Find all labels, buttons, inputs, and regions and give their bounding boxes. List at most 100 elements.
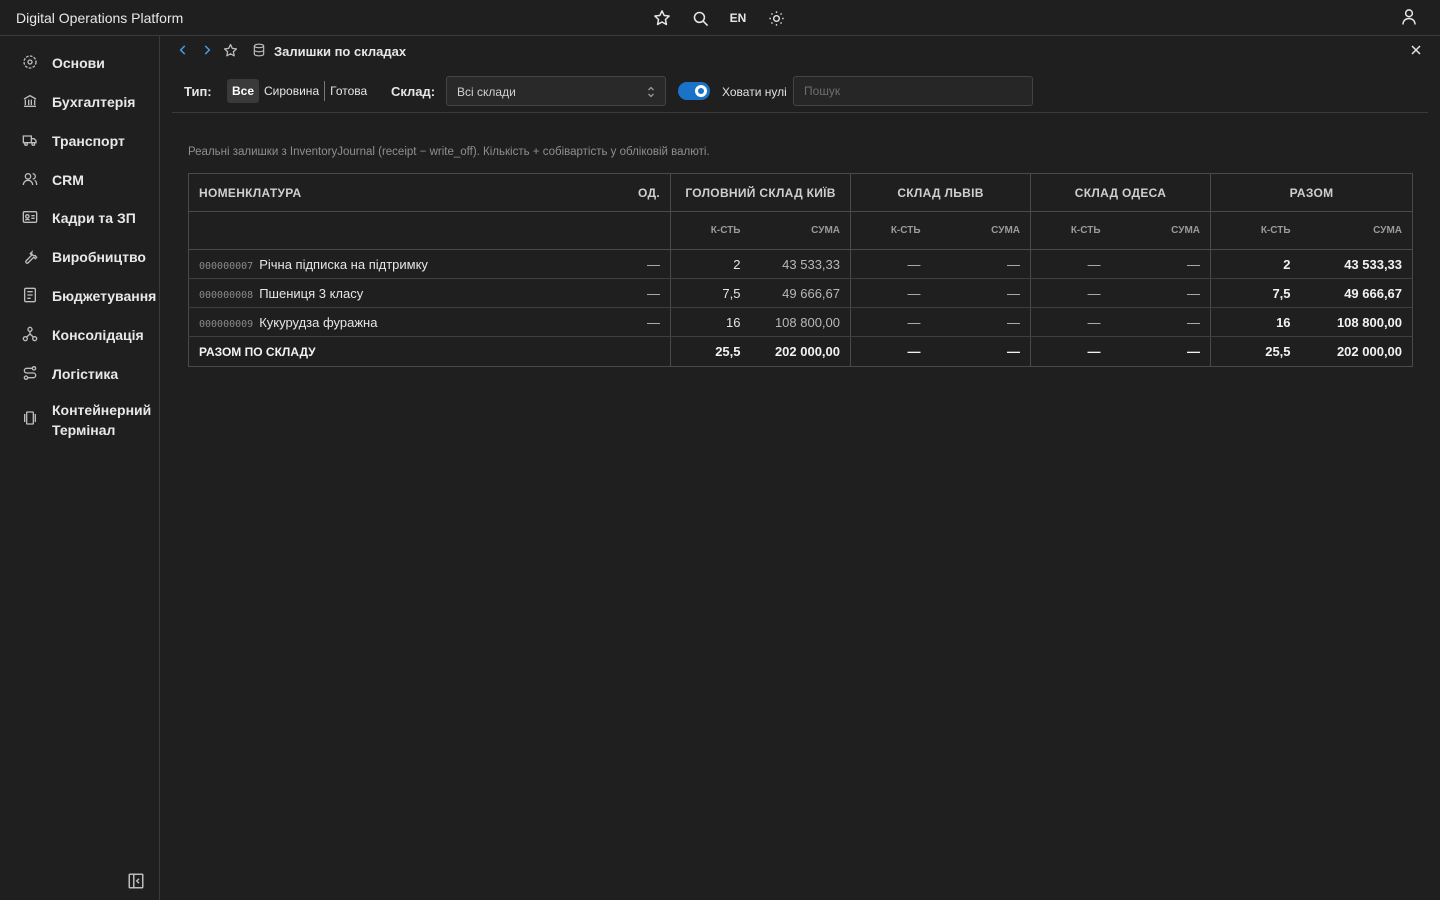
chevron-left-icon[interactable] [176,43,192,59]
sum-cell: — [1110,278,1211,308]
sidebar-item-basics[interactable]: Основи [0,44,159,82]
subheader-sum: сума [930,211,1031,250]
total-qty-cell: 7,5 [1210,278,1301,308]
filter-bar: Тип: Все Сировина Готова Склад: Всі скла… [160,72,1440,114]
select-arrows-icon [647,85,655,99]
column-header-total: Разом [1210,173,1413,212]
toggle-knob [695,85,707,97]
budget-icon [22,287,40,305]
sidebar-item-transport[interactable]: Транспорт [0,122,159,160]
app-title: Digital Operations Platform [16,10,184,26]
sidebar-item-label: Консолідація [52,327,144,343]
user-icon[interactable] [1400,8,1420,28]
sum-cell: — [930,307,1031,337]
sidebar-item-logistics[interactable]: Логістика [0,355,159,393]
sidebar-item-label: Основи [52,55,105,71]
users-icon [22,171,40,189]
subheader-empty [188,211,607,250]
hide-zeros-label: Ховати нулі [722,85,787,99]
warehouse-select[interactable]: Всі склади [446,76,666,106]
divider [172,112,1428,113]
truck-icon [22,132,40,150]
subheader-empty [606,211,671,250]
warehouse-select-value: Всі склади [457,85,516,99]
sidebar-item-label: Бюджетування [52,288,157,304]
total-qty-cell: 25,5 [1210,336,1301,367]
language-switch[interactable]: EN [728,8,748,28]
unit-cell: — [606,307,671,337]
sum-cell: 108 800,00 [750,307,851,337]
stock-table: Номенклатура Од. Головний склад Київ Скл… [188,173,1414,367]
sidebar-item-consolidation[interactable]: Консолідація [0,316,159,354]
total-sum-cell: 202 000,00 [750,336,851,367]
total-qty-cell: 25,5 [670,336,751,367]
total-qty-cell: — [850,336,931,367]
breadcrumb: Залишки по складах [160,36,1440,66]
warehouse-filter-label: Склад: [391,84,436,99]
total-row-label: Разом по складу [188,336,607,367]
unit-cell: — [606,249,671,279]
sidebar-item-production[interactable]: Виробництво [0,238,159,276]
search-icon[interactable] [690,8,710,28]
favorite-star-icon[interactable] [223,43,239,59]
sidebar-item-hr[interactable]: Кадри та ЗП [0,199,159,237]
sidebar-item-crm[interactable]: CRM [0,161,159,199]
bank-icon [22,93,40,111]
sum-cell: — [930,278,1031,308]
hide-zeros-toggle[interactable] [678,82,710,100]
total-qty-cell: 16 [1210,307,1301,337]
unit-cell: — [606,278,671,308]
sidebar-item-label: Виробництво [52,249,146,265]
sum-cell: — [930,249,1031,279]
total-sum-cell: — [1110,336,1211,367]
settings-icon [22,54,40,72]
item-code: 000000007 [199,260,254,272]
total-qty-cell: — [1030,336,1111,367]
search-input[interactable] [793,76,1033,106]
close-icon[interactable] [1410,44,1424,58]
subheader-qty: к-сть [850,211,931,250]
sum-cell: 49 666,67 [750,278,851,308]
qty-cell: 2 [670,249,751,279]
sidebar-item-container-terminal[interactable]: Контейнерний Термінал [0,396,159,444]
chevron-right-icon[interactable] [200,43,216,59]
table-subheader-row: к-сть сума к-сть сума к-сть сума к-сть с… [188,211,1413,250]
sidebar-item-label: Контейнерний Термінал [52,402,152,438]
container-icon [22,410,40,428]
sidebar: Основи Бухгалтерія Транспорт CRM Кадри т… [0,36,160,900]
total-sum-cell: 49 666,67 [1300,278,1413,308]
total-sum-cell: 108 800,00 [1300,307,1413,337]
top-bar: Digital Operations Platform EN [0,0,1440,36]
item-code: 000000009 [199,318,254,330]
total-sum-cell: 43 533,33 [1300,249,1413,279]
table-row[interactable]: 000000008 Пшениця 3 класу — 7,5 49 666,67… [188,278,1413,308]
table-row[interactable]: 000000007 Річна підписка на підтримку — 2… [188,249,1413,279]
sidebar-item-label: Транспорт [52,133,125,149]
table-header-row: Номенклатура Од. Головний склад Київ Скл… [188,173,1413,212]
sidebar-item-accounting[interactable]: Бухгалтерія [0,83,159,121]
table-total-row: Разом по складу 25,5 202 000,00 — — — — … [188,336,1413,367]
type-option-all[interactable]: Все [227,79,260,103]
table-row[interactable]: 000000009 Кукурудза фуражна — 16 108 800,… [188,307,1413,337]
main-content: Залишки по складах Тип: Все Сировина Гот… [160,36,1440,900]
type-option-finished[interactable]: Готова [325,79,372,103]
network-icon [22,326,40,344]
sum-cell: 43 533,33 [750,249,851,279]
total-unit-cell [606,336,671,367]
qty-cell: — [1030,278,1111,308]
item-name: Річна підписка на підтримку [259,256,428,272]
subheader-sum: сума [1300,211,1413,250]
type-option-raw[interactable]: Сировина [259,79,324,103]
sidebar-item-budgeting[interactable]: Бюджетування [0,277,159,315]
star-icon[interactable] [652,8,672,28]
qty-cell: — [850,278,931,308]
sidebar-item-label: CRM [52,172,84,188]
theme-toggle-icon[interactable] [766,8,786,28]
column-header-warehouse-kyiv: Головний склад Київ [669,173,851,212]
sum-cell: — [1110,249,1211,279]
sidebar-item-label: Кадри та ЗП [52,210,136,226]
subheader-qty: к-сть [1030,211,1111,250]
type-segmented-control: Все Сировина Готова [227,79,372,103]
info-note: Реальні залишки з InventoryJournal (rece… [188,146,710,158]
collapse-sidebar-icon[interactable] [127,872,147,892]
